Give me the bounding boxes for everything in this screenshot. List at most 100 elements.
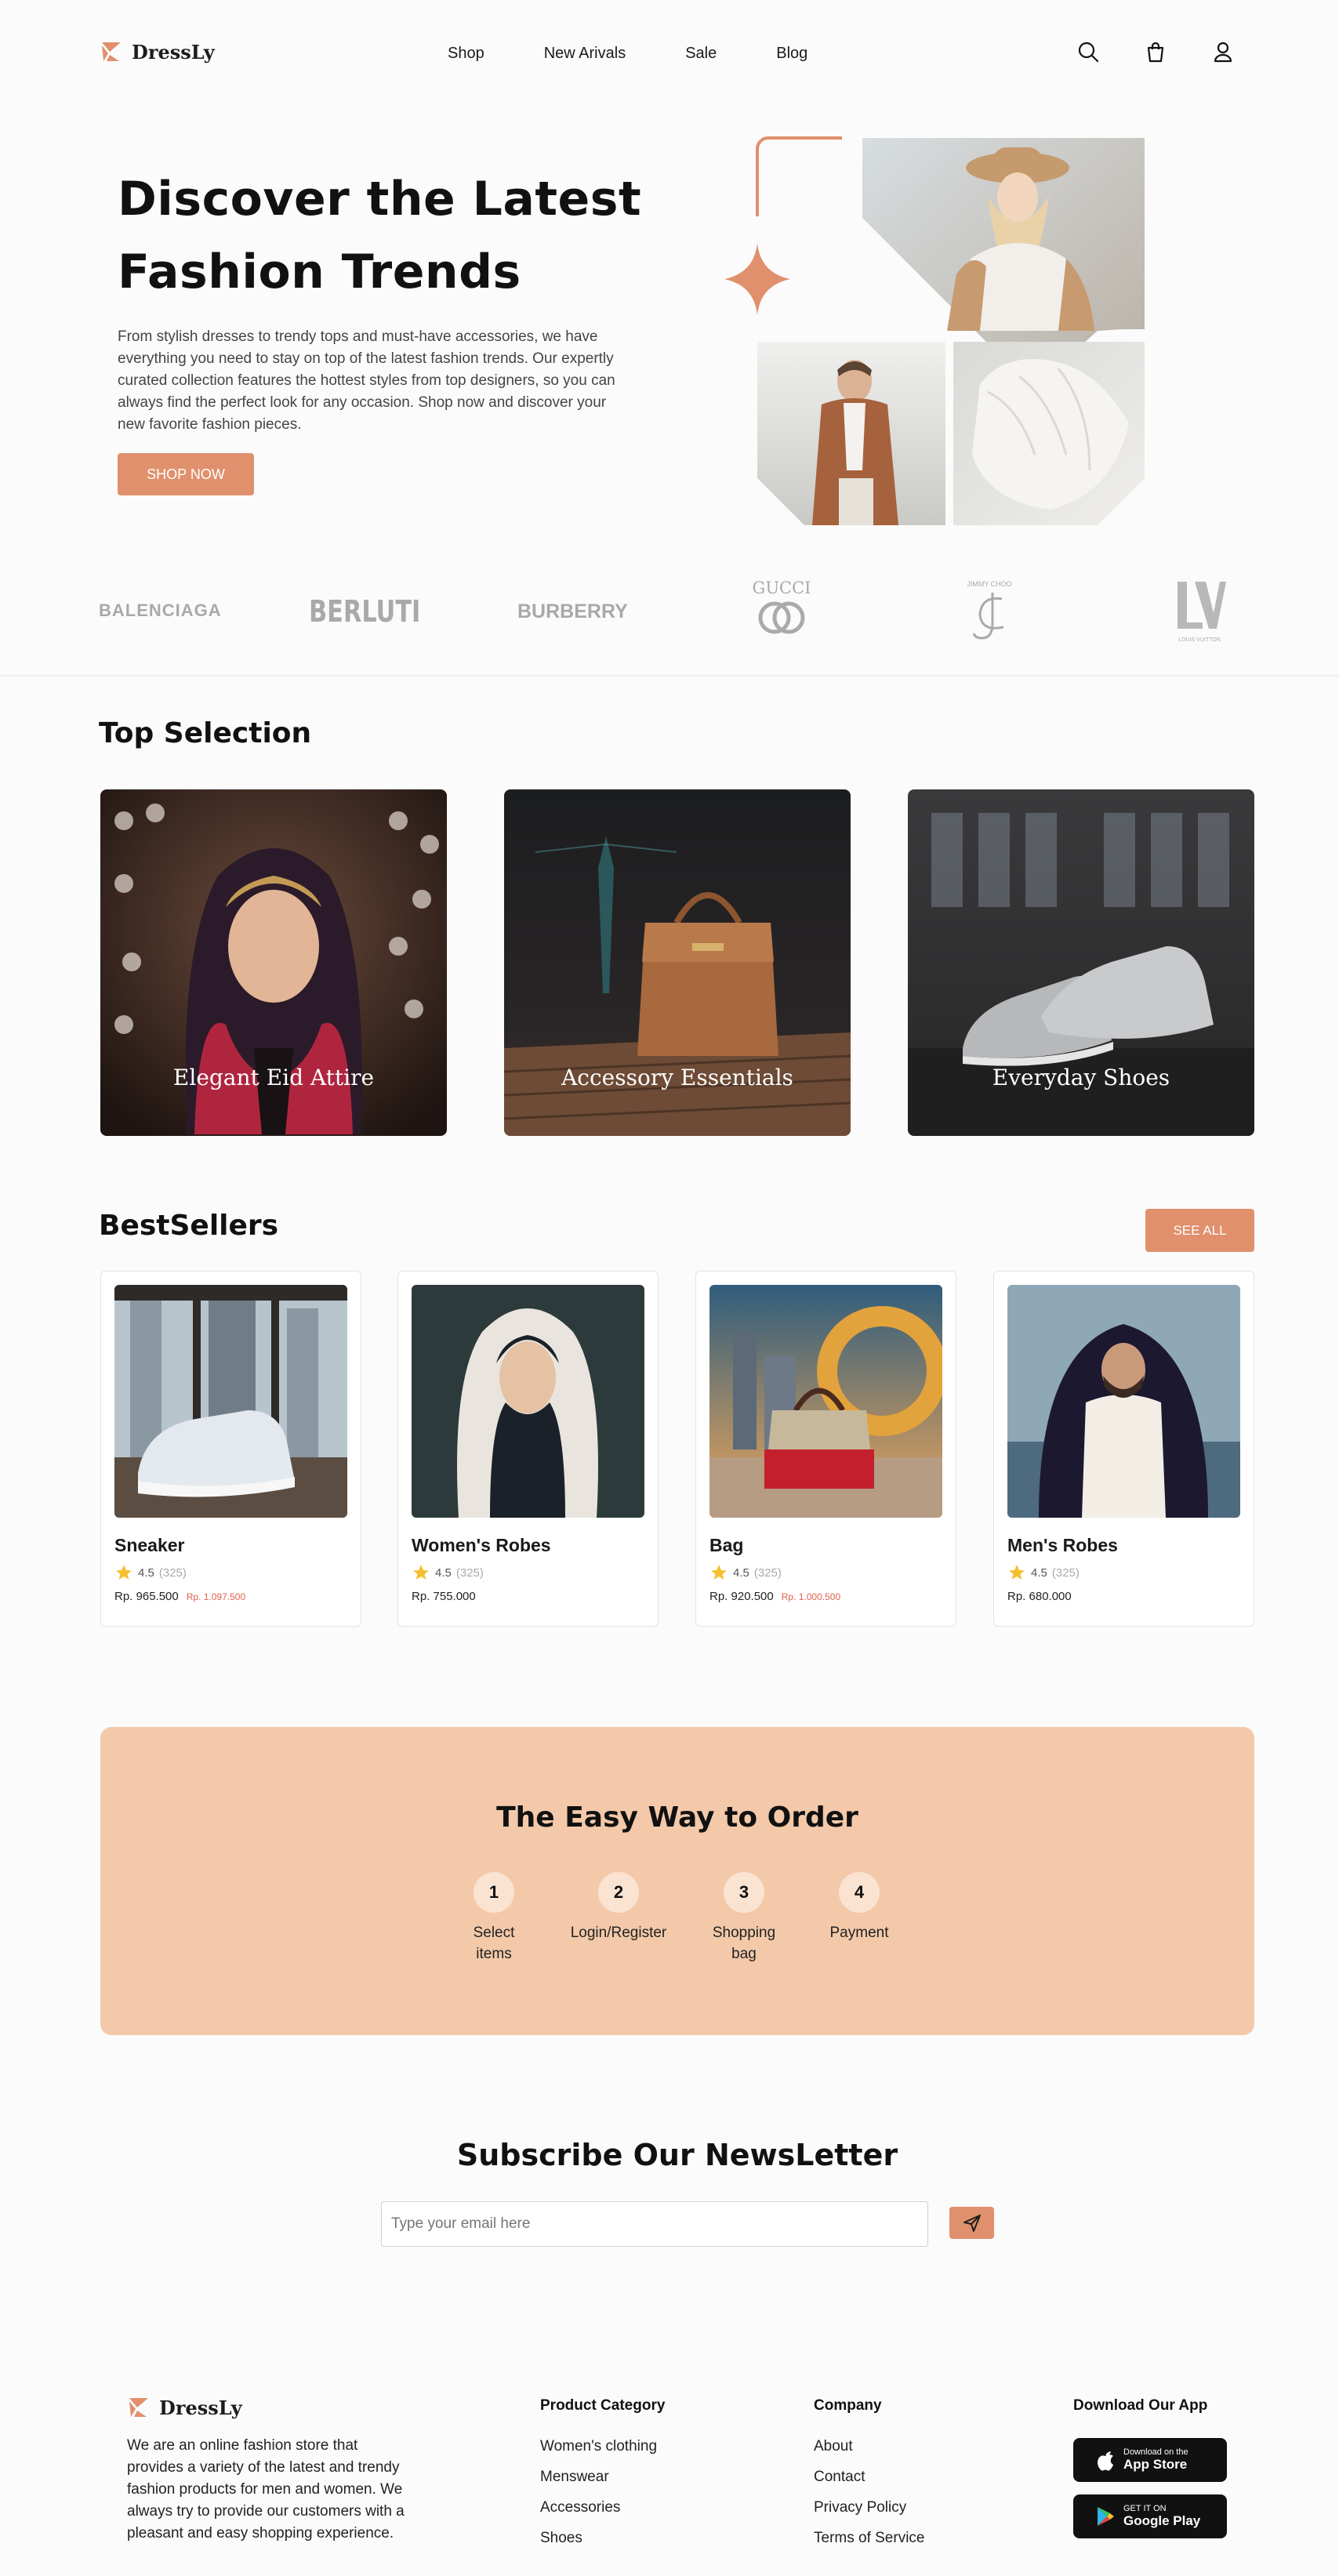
review-count: (325) (1051, 1566, 1080, 1580)
star-icon (116, 1565, 132, 1580)
nav-shop[interactable]: Shop (448, 45, 484, 63)
user-icon[interactable] (1211, 40, 1235, 67)
store-small-text: GET IT ON (1123, 2504, 1167, 2513)
footer-link-accessories[interactable]: Accessories (540, 2499, 665, 2516)
step-label-line1: Login/Register (570, 1925, 667, 1941)
step-label-line2: bag (731, 1946, 757, 1962)
see-all-button[interactable]: SEE ALL (1145, 1209, 1254, 1252)
product-name: Bag (709, 1535, 744, 1555)
product-rating: 4.5 (325) (1007, 1563, 1080, 1582)
footer-download-app: Download Our App Download on the App Stor… (1073, 2397, 1227, 2538)
rating-value: 4.5 (733, 1566, 749, 1580)
logo-icon (126, 2395, 151, 2420)
footer-link-about[interactable]: About (814, 2438, 924, 2455)
nav-blog[interactable]: Blog (776, 45, 807, 63)
selection-card-everyday-shoes[interactable]: Everyday Shoes (908, 789, 1254, 1136)
store-big-text: App Store (1123, 2457, 1188, 2472)
brand-lv-name: LOUIS VUITTON (1178, 637, 1221, 643)
brand-logo[interactable]: DressLy (99, 39, 215, 64)
step-number: 1 (474, 1872, 514, 1913)
step-label-line2: items (476, 1946, 512, 1962)
footer-link-terms[interactable]: Terms of Service (814, 2530, 924, 2547)
nav-sale[interactable]: Sale (685, 45, 717, 63)
newsletter-submit-button[interactable] (949, 2207, 994, 2239)
brand-berluti: BERLUTI (309, 594, 421, 629)
rating-value: 4.5 (1031, 1566, 1047, 1580)
footer-link-contact[interactable]: Contact (814, 2469, 924, 2486)
google-play-button[interactable]: GET IT ON Google Play (1073, 2494, 1227, 2538)
bestsellers-title: BestSellers (99, 1210, 279, 1242)
step-label-line1: Shopping (712, 1925, 776, 1941)
hero-title-line1: Discover the Latest (118, 172, 642, 227)
lv-logo-icon (1178, 582, 1226, 629)
footer-about-text: We are an online fashion store that prov… (127, 2437, 405, 2542)
order-step-3: 3 Shopping bag (697, 1872, 791, 1965)
hero-title-line2: Fashion Trends (118, 245, 521, 299)
star-icon (711, 1565, 727, 1580)
selection-card-accessory[interactable]: Accessory Essentials (504, 789, 851, 1136)
shop-now-button[interactable]: SHOP NOW (118, 453, 254, 495)
brand-jimmy-choo: JIMMY CHOO (958, 580, 1021, 649)
product-price: Rp. 680.000 (1007, 1590, 1072, 1603)
footer-brand-name: DressLy (159, 2396, 242, 2419)
product-card-sneaker[interactable]: Sneaker 4.5 (325) Rp. 965.500 Rp. 1.097.… (100, 1271, 361, 1627)
brand-gucci: GUCCI (749, 579, 814, 648)
logo-icon (99, 39, 124, 64)
brand-jimmy-choo-name: JIMMY CHOO (967, 580, 1012, 588)
nav-new-arrivals[interactable]: New Arivals (544, 45, 626, 63)
hero-description: From stylish dresses to trendy tops and … (118, 328, 615, 433)
step-label-line1: Select (473, 1925, 515, 1941)
footer-company: Company About Contact Privacy Policy Ter… (814, 2397, 924, 2547)
product-rating: 4.5 (325) (114, 1563, 187, 1582)
review-count: (325) (158, 1566, 187, 1580)
section-divider (0, 675, 1339, 677)
brand-gucci-name: GUCCI (752, 579, 811, 597)
selection-card-eid-attire[interactable]: Elegant Eid Attire (100, 789, 447, 1136)
send-icon (963, 2214, 981, 2232)
old-price: Rp. 1.000.500 (781, 1591, 841, 1602)
newsletter-email-input[interactable] (381, 2201, 928, 2247)
newsletter-title: Subscribe Our NewsLetter (456, 2138, 898, 2172)
product-price: Rp. 755.000 (412, 1590, 476, 1603)
selection-label: Accessory Essentials (561, 1065, 793, 1090)
footer-column-title: Product Category (540, 2397, 666, 2414)
order-step-1: 1 Select items (455, 1872, 533, 1965)
current-price: Rp. 680.000 (1007, 1590, 1072, 1603)
step-label-line1: Payment (829, 1925, 889, 1941)
hero-photo-man-coat (757, 342, 945, 525)
hero-photo-sweater (953, 342, 1145, 525)
jimmy-choo-logo-icon (972, 593, 1004, 640)
current-price: Rp. 755.000 (412, 1590, 476, 1603)
footer-link-privacy[interactable]: Privacy Policy (814, 2499, 924, 2516)
footer-link-womens-clothing[interactable]: Women's clothing (540, 2438, 665, 2455)
current-price: Rp. 965.500 (114, 1590, 179, 1603)
product-image (412, 1285, 644, 1518)
selection-label: Everyday Shoes (992, 1065, 1170, 1090)
footer-link-menswear[interactable]: Menswear (540, 2469, 665, 2486)
search-icon[interactable] (1076, 40, 1100, 67)
footer-link-shoes[interactable]: Shoes (540, 2530, 665, 2547)
order-title: The Easy Way to Order (496, 1801, 858, 1834)
brand-balenciaga: BALENCIAGA (99, 600, 222, 620)
decor-line (756, 136, 842, 216)
product-card-mens-robes[interactable]: Men's Robes 4.5 (325) Rp. 680.000 (993, 1271, 1254, 1627)
review-count: (325) (455, 1566, 484, 1580)
brand-louis-vuitton: LOUIS VUITTON (1171, 579, 1228, 649)
app-store-button[interactable]: Download on the App Store (1073, 2438, 1227, 2482)
store-small-text: Download on the (1123, 2447, 1188, 2457)
footer-column-title: Download Our App (1073, 2397, 1208, 2414)
google-play-icon (1098, 2507, 1114, 2526)
product-image (1007, 1285, 1240, 1518)
product-card-bag[interactable]: Bag 4.5 (325) Rp. 920.500 Rp. 1.000.500 (695, 1271, 956, 1627)
shopping-bag-icon[interactable] (1144, 40, 1167, 67)
hero-collage (724, 136, 1145, 525)
product-name: Women's Robes (412, 1535, 551, 1555)
step-number: 3 (724, 1872, 764, 1913)
review-count: (325) (753, 1566, 782, 1580)
product-price: Rp. 965.500 Rp. 1.097.500 (114, 1590, 245, 1603)
footer-logo[interactable]: DressLy (126, 2395, 242, 2420)
product-card-womens-robes[interactable]: Women's Robes 4.5 (325) Rp. 755.000 (397, 1271, 659, 1627)
current-price: Rp. 920.500 (709, 1590, 774, 1603)
store-big-text: Google Play (1123, 2513, 1201, 2528)
product-image (709, 1285, 942, 1518)
